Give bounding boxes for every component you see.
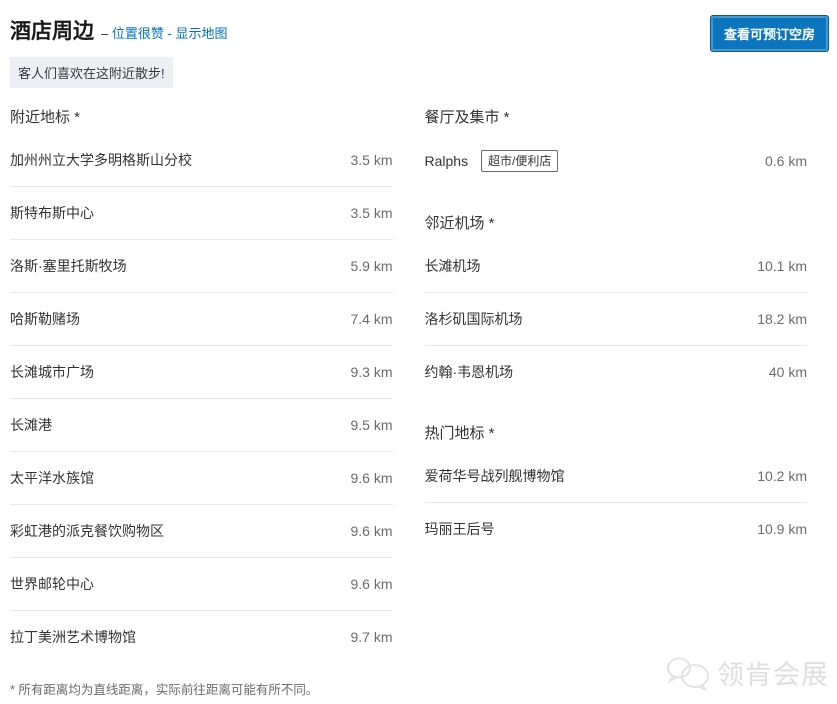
- poi-name: 洛斯·塞里托斯牧场: [10, 256, 127, 276]
- poi-name: 约翰·韦恩机场: [425, 362, 514, 382]
- poi-row: 哈斯勒赌场 7.4 km: [10, 293, 393, 346]
- poi-distance: 10.9 km: [757, 519, 807, 539]
- poi-row: 约翰·韦恩机场 40 km: [425, 346, 808, 398]
- poi-name: 长滩城市广场: [10, 362, 94, 382]
- subtitle-dash: –: [101, 26, 108, 41]
- header: 酒店周边 – 位置很赞 - 显示地图: [10, 15, 807, 45]
- poi-name: 玛丽王后号: [425, 519, 495, 539]
- poi-name: 爱荷华号战列舰博物馆: [425, 466, 565, 486]
- check-availability-button[interactable]: 查看可预订空房: [710, 15, 829, 52]
- distance-footnote: * 所有距离均为直线距离，实际前往距离可能有所不同。: [10, 679, 393, 698]
- poi-row: 加州州立大学多明格斯山分校 3.5 km: [10, 134, 393, 187]
- poi-distance: 18.2 km: [757, 309, 807, 329]
- poi-distance: 9.6 km: [350, 574, 392, 594]
- page-title: 酒店周边: [10, 15, 94, 45]
- poi-name: 太平洋水族馆: [10, 468, 94, 488]
- section-airports: 邻近机场 * 长滩机场 10.1 km 洛杉矶国际机场 18.2 km 约翰·韦…: [425, 188, 808, 398]
- poi-distance: 3.5 km: [350, 150, 392, 170]
- section-nearby-landmarks: 附近地标 * 加州州立大学多明格斯山分校 3.5 km 斯特布斯中心 3.5 k…: [10, 88, 393, 663]
- poi-distance: 9.6 km: [350, 521, 392, 541]
- hotel-surroundings-panel: 酒店周边 – 位置很赞 - 显示地图 查看可预订空房 客人们喜欢在这附近散步! …: [0, 0, 837, 698]
- poi-name: 长滩港: [10, 415, 52, 435]
- guests-walk-badge: 客人们喜欢在这附近散步!: [10, 57, 173, 88]
- poi-name: 拉丁美洲艺术博物馆: [10, 627, 136, 647]
- poi-columns: 附近地标 * 加州州立大学多明格斯山分校 3.5 km 斯特布斯中心 3.5 k…: [10, 88, 807, 698]
- poi-distance: 9.6 km: [350, 468, 392, 488]
- section-heading: 热门地标 *: [425, 398, 808, 450]
- poi-name: 长滩机场: [425, 256, 481, 276]
- watermark-text: 领肯会展: [717, 653, 829, 692]
- watermark-logo-icon: [665, 654, 711, 692]
- poi-distance: 9.5 km: [350, 415, 392, 435]
- poi-name: 彩虹港的派克餐饮购物区: [10, 521, 164, 541]
- poi-row: 太平洋水族馆 9.6 km: [10, 452, 393, 505]
- poi-name: 哈斯勒赌场: [10, 309, 80, 329]
- poi-row: 长滩机场 10.1 km: [425, 240, 808, 293]
- poi-name: 斯特布斯中心: [10, 203, 94, 223]
- show-map-link[interactable]: 显示地图: [175, 26, 227, 41]
- poi-distance: 10.2 km: [757, 466, 807, 486]
- right-column: 餐厅及集市 * Ralphs 超市/便利店 0.6 km 邻近机场 * 长滩机场…: [425, 88, 808, 698]
- poi-distance: 10.1 km: [757, 256, 807, 276]
- poi-row: 长滩港 9.5 km: [10, 399, 393, 452]
- poi-row: 洛斯·塞里托斯牧场 5.9 km: [10, 240, 393, 293]
- poi-name-with-tag: Ralphs 超市/便利店: [425, 150, 559, 172]
- poi-row: 彩虹港的派克餐饮购物区 9.6 km: [10, 505, 393, 558]
- poi-name: 洛杉矶国际机场: [425, 309, 523, 329]
- poi-row: 洛杉矶国际机场 18.2 km: [425, 293, 808, 346]
- poi-row: 爱荷华号战列舰博物馆 10.2 km: [425, 450, 808, 503]
- section-heading: 邻近机场 *: [425, 188, 808, 240]
- poi-distance: 0.6 km: [765, 151, 807, 171]
- poi-distance: 9.3 km: [350, 362, 392, 382]
- poi-row: 世界邮轮中心 9.6 km: [10, 558, 393, 611]
- poi-distance: 9.7 km: [350, 627, 392, 647]
- section-restaurants-markets: 餐厅及集市 * Ralphs 超市/便利店 0.6 km: [425, 88, 808, 188]
- link-separator: -: [168, 26, 172, 41]
- poi-row: 斯特布斯中心 3.5 km: [10, 187, 393, 240]
- poi-name: Ralphs: [425, 153, 469, 169]
- poi-category-tag: 超市/便利店: [481, 150, 558, 172]
- left-column: 附近地标 * 加州州立大学多明格斯山分校 3.5 km 斯特布斯中心 3.5 k…: [10, 88, 393, 698]
- poi-row: Ralphs 超市/便利店 0.6 km: [425, 134, 808, 188]
- poi-name: 世界邮轮中心: [10, 574, 94, 594]
- section-heading: 附近地标 *: [10, 88, 393, 134]
- section-popular-landmarks: 热门地标 * 爱荷华号战列舰博物馆 10.2 km 玛丽王后号 10.9 km: [425, 398, 808, 555]
- poi-distance: 7.4 km: [350, 309, 392, 329]
- poi-distance: 40 km: [769, 362, 807, 382]
- header-subtitle: – 位置很赞 - 显示地图: [101, 23, 227, 42]
- poi-row: 拉丁美洲艺术博物馆 9.7 km: [10, 611, 393, 663]
- poi-row: 玛丽王后号 10.9 km: [425, 503, 808, 555]
- poi-distance: 5.9 km: [350, 256, 392, 276]
- section-heading: 餐厅及集市 *: [425, 88, 808, 134]
- location-rating-link[interactable]: 位置很赞: [112, 26, 164, 41]
- poi-distance: 3.5 km: [350, 203, 392, 223]
- poi-row: 长滩城市广场 9.3 km: [10, 346, 393, 399]
- watermark: 领肯会展: [665, 653, 829, 692]
- poi-name: 加州州立大学多明格斯山分校: [10, 150, 192, 170]
